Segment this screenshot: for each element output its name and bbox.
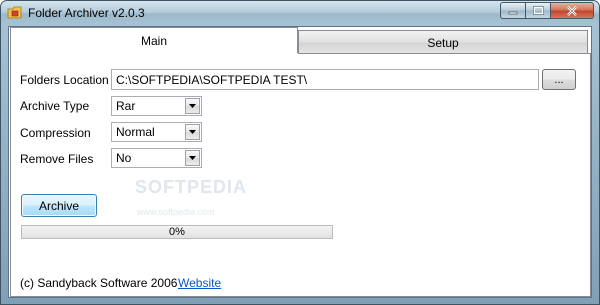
remove-files-select[interactable]: No [111, 148, 202, 168]
folders-location-input[interactable]: C:\SOFTPEDIA\SOFTPEDIA TEST\ [111, 69, 539, 90]
maximize-button[interactable] [526, 2, 551, 19]
app-window: Folder Archiver v2.0.3 Main Setup SOFTPE… [0, 0, 600, 305]
compression-dropdown-button[interactable] [185, 124, 200, 140]
website-link[interactable]: Website [178, 276, 221, 290]
client-area: Main Setup SOFTPEDIA www.softpedia.com F… [8, 26, 592, 298]
softpedia-watermark-url: www.softpedia.com [137, 207, 215, 217]
panel-border-left [10, 53, 11, 297]
title-bar[interactable]: Folder Archiver v2.0.3 [1, 1, 599, 25]
archive-button[interactable]: Archive [21, 194, 97, 217]
chevron-down-icon [189, 130, 196, 134]
tab-setup[interactable]: Setup [298, 30, 588, 54]
minimize-button[interactable] [500, 2, 526, 19]
compression-value: Normal [116, 125, 155, 139]
chevron-down-icon [189, 104, 196, 108]
progress-bar: 0% [21, 225, 333, 239]
copyright-text: (c) Sandyback Software 2006 [20, 276, 178, 290]
window-title: Folder Archiver v2.0.3 [28, 6, 145, 20]
archive-type-select[interactable]: Rar [111, 96, 202, 116]
softpedia-watermark: SOFTPEDIA [135, 177, 248, 197]
panel-border-right [590, 53, 591, 297]
tab-main[interactable]: Main [10, 27, 298, 53]
browse-button[interactable]: ... [542, 69, 576, 90]
compression-select[interactable]: Normal [111, 122, 202, 142]
remove-files-label: Remove Files [20, 152, 94, 166]
close-button[interactable] [551, 2, 594, 19]
minimize-icon [508, 11, 518, 14]
tab-divider [298, 53, 591, 54]
remove-files-value: No [116, 151, 132, 165]
maximize-icon [532, 6, 544, 15]
chevron-down-icon [189, 156, 196, 160]
archive-type-value: Rar [116, 99, 136, 113]
close-icon [567, 5, 577, 16]
folders-location-label: Folders Location [20, 73, 109, 87]
panel-border-bottom [10, 296, 591, 297]
folder-archive-icon [7, 6, 22, 19]
archive-type-dropdown-button[interactable] [185, 98, 200, 114]
progress-text: 0% [169, 226, 185, 238]
compression-label: Compression [20, 126, 91, 140]
archive-type-label: Archive Type [20, 99, 90, 113]
remove-files-dropdown-button[interactable] [185, 150, 200, 166]
